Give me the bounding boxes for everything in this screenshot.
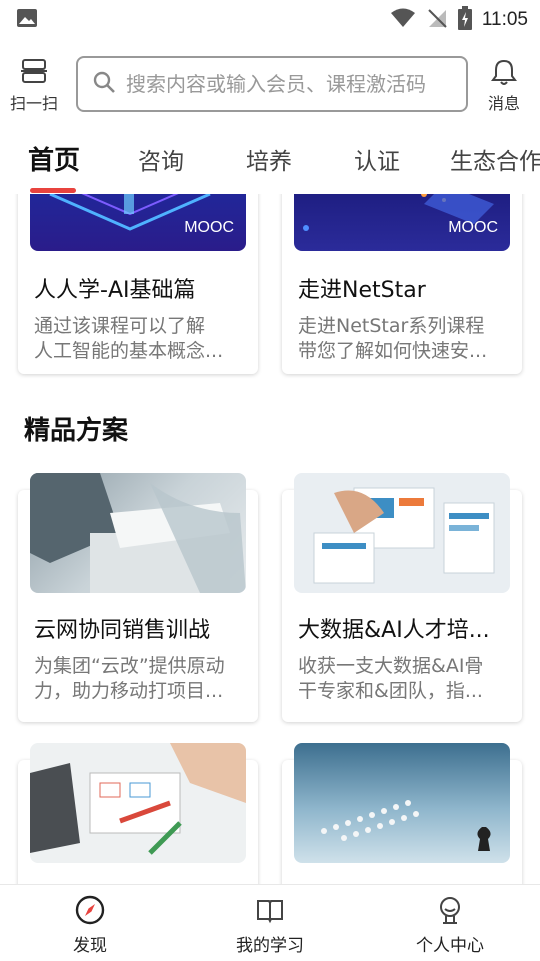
nav-discover[interactable]: 发现 [30, 895, 150, 956]
tab-ecosystem[interactable]: 生态合作 [450, 142, 540, 176]
scan-button[interactable]: 扫一扫 [6, 58, 62, 114]
scan-label: 扫一扫 [9, 94, 58, 113]
course-description: 通过该课程可以了解 人工智能的基本概念... [34, 315, 224, 362]
course-card[interactable]: MOOC 走进NetStar 走进NetStar系列课程 带您了解如何快速安..… [282, 194, 522, 374]
course-thumbnail: MOOC [294, 194, 510, 251]
active-tab-indicator [30, 188, 76, 193]
person-icon [435, 897, 465, 929]
nav-my-learning-label: 我的学习 [236, 936, 304, 956]
bell-icon [491, 59, 517, 90]
solution-thumbnail [294, 473, 510, 593]
app-header: 扫一扫 消息 [0, 52, 540, 116]
nav-discover-label: 发现 [73, 936, 107, 956]
gallery-notification-icon [16, 8, 38, 32]
nav-profile[interactable]: 个人中心 [390, 895, 510, 956]
tab-training[interactable]: 培养 [246, 142, 292, 176]
solution-title: 云网协同销售训战 [34, 618, 211, 643]
nav-my-learning[interactable]: 我的学习 [210, 895, 330, 956]
category-tabs: 首页 咨询 培养 认证 生态合作 [0, 136, 540, 194]
solution-thumbnail [30, 743, 246, 863]
course-title: 人人学-AI基础篇 [34, 278, 196, 303]
mooc-badge: MOOC [184, 219, 234, 236]
solution-card[interactable]: 云网协同销售训战 为集团“云改”提供原动 力，助力移动打项目... [18, 473, 258, 722]
scan-icon [21, 59, 47, 88]
solution-description: 为集团“云改”提供原动 力，助力移动打项目... [34, 655, 225, 702]
section-title: 精品方案 [24, 416, 129, 446]
solution-card[interactable]: 大数据&AI人才培... 收获一支大数据&AI骨 干专家和&团队，指... [282, 473, 522, 722]
course-card[interactable]: MOOC 人人学-AI基础篇 通过该课程可以了解 人工智能的基本概念... [18, 194, 258, 374]
search-icon [92, 70, 116, 98]
search-box[interactable] [76, 56, 468, 112]
status-bar: 11:05 [0, 0, 540, 36]
solution-thumbnail [30, 473, 246, 593]
course-thumbnail: MOOC [30, 194, 246, 251]
tab-home[interactable]: 首页 [28, 140, 80, 177]
compass-icon [75, 895, 105, 929]
clock-time: 11:05 [481, 9, 528, 30]
course-title: 走进NetStar [298, 278, 426, 303]
book-icon [255, 900, 285, 929]
no-signal-icon [426, 7, 448, 33]
messages-label: 消息 [487, 94, 520, 113]
search-input[interactable] [124, 71, 448, 97]
messages-button[interactable]: 消息 [478, 58, 530, 114]
wifi-icon [390, 8, 416, 32]
solution-card[interactable] [18, 743, 258, 884]
nav-profile-label: 个人中心 [416, 936, 484, 956]
solution-card[interactable] [282, 743, 522, 884]
solution-description: 收获一支大数据&AI骨 干专家和&团队，指... [298, 655, 484, 702]
solution-thumbnail [294, 743, 510, 863]
feed-scroll[interactable]: MOOC 人人学-AI基础篇 通过该课程可以了解 人工智能的基本概念... MO… [0, 194, 540, 884]
mooc-badge: MOOC [448, 219, 498, 236]
battery-charging-icon [457, 6, 472, 34]
tab-certification[interactable]: 认证 [354, 142, 400, 176]
course-description: 走进NetStar系列课程 带您了解如何快速安... [298, 315, 488, 362]
solution-title: 大数据&AI人才培... [298, 618, 490, 643]
bottom-navigation: 发现 我的学习 个人中心 [0, 884, 540, 961]
tab-consulting[interactable]: 咨询 [138, 142, 184, 176]
